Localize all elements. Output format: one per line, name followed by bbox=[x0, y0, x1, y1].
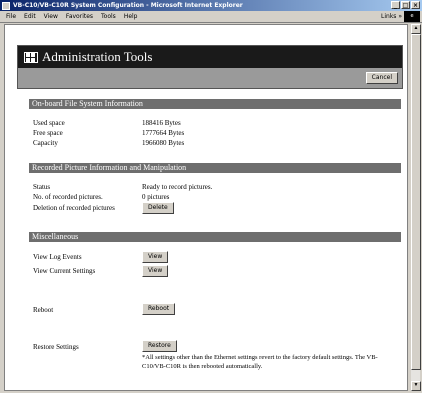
tools-icon bbox=[24, 51, 38, 63]
view-log-button[interactable]: View bbox=[142, 251, 169, 263]
restore-button[interactable]: Restore bbox=[142, 340, 177, 352]
view-current-settings-label: View Current Settings bbox=[33, 267, 96, 275]
cancel-button[interactable]: Cancel bbox=[365, 72, 398, 84]
capacity-label: Capacity bbox=[33, 139, 58, 147]
menu-view[interactable]: View bbox=[40, 13, 62, 20]
scroll-up-icon[interactable]: ▲ bbox=[411, 24, 421, 34]
window-title-bar: VB-C10/VB-C10R System Configuration - Mi… bbox=[0, 0, 422, 11]
minimize-button[interactable]: _ bbox=[391, 1, 400, 9]
section-recorded-heading: Recorded Picture Information and Manipul… bbox=[29, 163, 401, 173]
free-space-value: 1777664 Bytes bbox=[142, 129, 185, 137]
page-content: Administration Tools Cancel On-board Fil… bbox=[4, 24, 408, 391]
maximize-button[interactable]: □ bbox=[401, 1, 410, 9]
free-space-label: Free space bbox=[33, 129, 63, 137]
admin-title-strip: Administration Tools bbox=[18, 46, 402, 68]
links-toolbar-button[interactable]: Links » bbox=[381, 13, 402, 20]
menu-help[interactable]: Help bbox=[120, 13, 142, 20]
delete-button[interactable]: Delete bbox=[142, 202, 174, 214]
scroll-thumb[interactable] bbox=[411, 34, 421, 370]
reboot-button[interactable]: Reboot bbox=[142, 303, 176, 315]
admin-header: Administration Tools Cancel bbox=[17, 45, 403, 89]
section-filesystem-heading: On-board File System Information bbox=[29, 99, 401, 109]
window-title: VB-C10/VB-C10R System Configuration - Mi… bbox=[13, 2, 243, 9]
ie-app-icon bbox=[2, 1, 10, 10]
status-label: Status bbox=[33, 183, 51, 191]
picture-count-value: 0 pictures bbox=[142, 193, 170, 201]
used-space-label: Used space bbox=[33, 119, 65, 127]
menu-bar: File Edit View Favorites Tools Help Link… bbox=[0, 11, 422, 23]
ie-throbber-icon: e bbox=[404, 11, 420, 22]
delete-pictures-label: Deletion of recorded pictures bbox=[33, 204, 115, 212]
picture-count-label: No. of recorded pictures. bbox=[33, 193, 103, 201]
view-settings-button[interactable]: View bbox=[142, 265, 169, 277]
status-value: Ready to record pictures. bbox=[142, 183, 213, 191]
used-space-value: 188416 Bytes bbox=[142, 119, 181, 127]
reboot-label: Reboot bbox=[33, 306, 54, 314]
menu-edit[interactable]: Edit bbox=[20, 13, 40, 20]
window-controls: _ □ × bbox=[391, 1, 420, 9]
restore-note: *All settings other than the Ethernet se… bbox=[142, 354, 378, 370]
restore-settings-label: Restore Settings bbox=[33, 343, 79, 351]
menu-file[interactable]: File bbox=[0, 13, 20, 20]
section-misc-heading: Miscellaneous bbox=[29, 232, 401, 242]
vertical-scrollbar[interactable]: ▲ ▼ bbox=[410, 24, 421, 391]
capacity-value: 1966080 Bytes bbox=[142, 139, 185, 147]
scroll-down-icon[interactable]: ▼ bbox=[411, 381, 421, 391]
menu-tools[interactable]: Tools bbox=[97, 13, 120, 20]
view-log-events-label: View Log Events bbox=[33, 253, 82, 261]
close-button[interactable]: × bbox=[411, 1, 420, 9]
page-title: Administration Tools bbox=[42, 49, 153, 64]
menu-favorites[interactable]: Favorites bbox=[62, 13, 97, 20]
